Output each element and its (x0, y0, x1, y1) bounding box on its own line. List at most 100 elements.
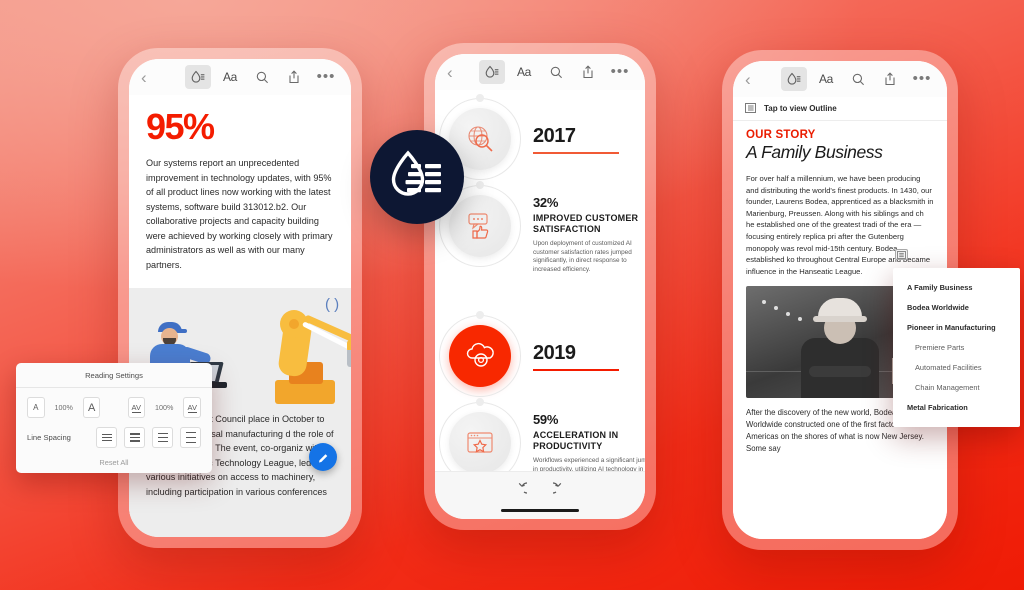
outline-menu-item[interactable]: Bodea Worldwide (893, 297, 1020, 317)
font-size-increase-button[interactable]: A (82, 397, 101, 418)
line-spacing-row: Line Spacing (16, 418, 212, 448)
timeline-stat-value: 59% (533, 412, 559, 427)
line-spacing-icon-2 (129, 433, 140, 442)
timeline-stat-desc: Upon deployment of customized AI custome… (533, 240, 632, 273)
timeline-stat-value: 32% (533, 195, 559, 210)
edit-fab-button[interactable] (309, 443, 337, 471)
letter-spacing-increase-label: AV (187, 402, 197, 413)
share-icon[interactable] (281, 65, 307, 89)
timeline-item[interactable]: 2019 (439, 311, 619, 397)
timeline-item[interactable]: 2017 (439, 94, 619, 180)
font-size-value: 100% (54, 403, 73, 412)
line-spacing-option-4[interactable] (180, 427, 201, 448)
reset-all-button[interactable]: Reset All (16, 448, 212, 467)
liquid-mode-icon[interactable] (781, 67, 807, 91)
font-size-decrease-button[interactable]: A (27, 397, 45, 418)
undo-redo-bar (435, 471, 645, 519)
letter-spacing-decrease-label: AV (131, 402, 141, 413)
search-icon[interactable] (249, 65, 275, 89)
more-options-label: ••• (912, 70, 932, 87)
timeline-underline (533, 151, 619, 154)
toolbar-3: ‹ Aa ••• (733, 61, 947, 97)
timeline-stat-heading: IMPROVED CUSTOMER SATISFACTION (533, 213, 639, 234)
undo-icon[interactable] (511, 481, 533, 502)
liquid-mode-icon[interactable] (479, 60, 505, 84)
more-options-label: ••• (610, 63, 630, 80)
reading-settings-panel[interactable]: Reading Settings A 100% A AV 100% AV Lin… (16, 363, 212, 473)
line-spacing-option-2[interactable] (124, 427, 145, 448)
timeline-underline (533, 368, 619, 371)
search-icon[interactable] (845, 67, 871, 91)
timeline-item[interactable]: 32% IMPROVED CUSTOMER SATISFACTION Upon … (439, 181, 645, 274)
timeline-dot (476, 181, 484, 189)
letter-spacing-value: 100% (155, 403, 174, 412)
outline-icon (745, 100, 756, 118)
outline-menu-item[interactable]: Metal Fabrication (893, 397, 1020, 417)
toolbar-2: ‹ Aa ••• (435, 54, 645, 90)
timeline-dot (476, 94, 484, 102)
search-icon[interactable] (543, 60, 569, 84)
brand-logo (370, 130, 464, 224)
text-settings-label: Aa (818, 72, 834, 86)
outline-bar[interactable]: Tap to view Outline (733, 97, 947, 121)
photo-person-arms (809, 366, 871, 378)
timeline-body: 2017 32% IMPROVED CUSTOMER SATISFACTION … (435, 90, 645, 471)
more-options-button[interactable]: ••• (607, 60, 633, 84)
letter-spacing-decrease-button[interactable]: AV (127, 397, 146, 418)
outline-dropdown-menu[interactable]: A Family Business Bodea Worldwide Pionee… (893, 268, 1020, 427)
outline-bar-label: Tap to view Outline (764, 104, 837, 113)
liquid-mode-droplet-icon (391, 150, 441, 196)
section-title: A Family Business (746, 142, 883, 162)
section-kicker: OUR STORY (746, 129, 816, 141)
ceiling-lamp (798, 317, 802, 322)
robot-gripper-left (347, 350, 351, 367)
document-body-1: 95% Our systems report an unprecedented … (129, 95, 351, 272)
line-spacing-option-1[interactable] (96, 427, 117, 448)
timeline-item[interactable]: 59% ACCELERATION IN PRODUCTIVITY Workflo… (439, 398, 645, 471)
redo-icon[interactable] (547, 481, 569, 502)
ceiling-lamp (762, 300, 766, 305)
timeline-year: 2019 (533, 341, 576, 364)
text-settings-button[interactable]: Aa (511, 60, 537, 84)
share-icon[interactable] (575, 60, 601, 84)
more-options-button[interactable]: ••• (909, 67, 935, 91)
outline-menu-item[interactable]: Pioneer in Manufacturing (893, 317, 1020, 337)
timeline: 2017 32% IMPROVED CUSTOMER SATISFACTION … (435, 90, 645, 471)
text-settings-label: Aa (222, 70, 238, 84)
line-spacing-icon-3 (157, 432, 168, 443)
ceiling-lamp (774, 306, 778, 311)
more-options-button[interactable]: ••• (313, 65, 339, 89)
share-icon[interactable] (877, 67, 903, 91)
back-button[interactable]: ‹ (141, 69, 167, 86)
back-button[interactable]: ‹ (745, 71, 771, 88)
timeline-ring (439, 315, 521, 397)
phone-mockup-1: ‹ Aa ••• 95% Our systems report an unpre… (118, 48, 362, 548)
outline-menu-item[interactable]: A Family Business (893, 277, 1020, 297)
outline-menu-item[interactable]: Automated Facilities (893, 357, 1020, 377)
toolbar-1: ‹ Aa ••• (129, 59, 351, 95)
timeline-stat-heading: ACCELERATION IN PRODUCTIVITY (533, 430, 619, 451)
phone-screen-2: ‹ Aa ••• 2017 32% IMPROVED CUSTOMER SATI… (435, 54, 645, 519)
body-paragraph: Our systems report an unprecedented impr… (146, 158, 333, 270)
timeline-dot (476, 398, 484, 406)
timeline-dot (476, 311, 484, 319)
line-spacing-label: Line Spacing (27, 433, 71, 442)
phone-mockup-2: ‹ Aa ••• 2017 32% IMPROVED CUSTOMER SATI… (424, 43, 656, 530)
text-settings-button[interactable]: Aa (813, 67, 839, 91)
text-settings-label: Aa (516, 65, 532, 79)
outline-menu-item[interactable]: Premiere Parts (893, 337, 1020, 357)
timeline-ring (439, 402, 521, 471)
letter-spacing-increase-button[interactable]: AV (183, 397, 201, 418)
worker-cap-brim (176, 329, 187, 333)
outline-menu-item[interactable]: Chain Management (893, 377, 1020, 397)
timeline-stat-desc: Workflows experienced a significant jump… (533, 457, 645, 471)
liquid-mode-icon[interactable] (185, 65, 211, 89)
text-settings-button[interactable]: Aa (217, 65, 243, 89)
stat-heading: 95% (146, 106, 215, 147)
back-button[interactable]: ‹ (447, 64, 473, 81)
ceiling-lamp (786, 312, 790, 317)
font-size-row: A 100% A AV 100% AV (16, 388, 212, 418)
outline-toggle-icon[interactable] (895, 249, 908, 260)
line-spacing-option-3[interactable] (152, 427, 173, 448)
more-options-label: ••• (316, 68, 336, 85)
